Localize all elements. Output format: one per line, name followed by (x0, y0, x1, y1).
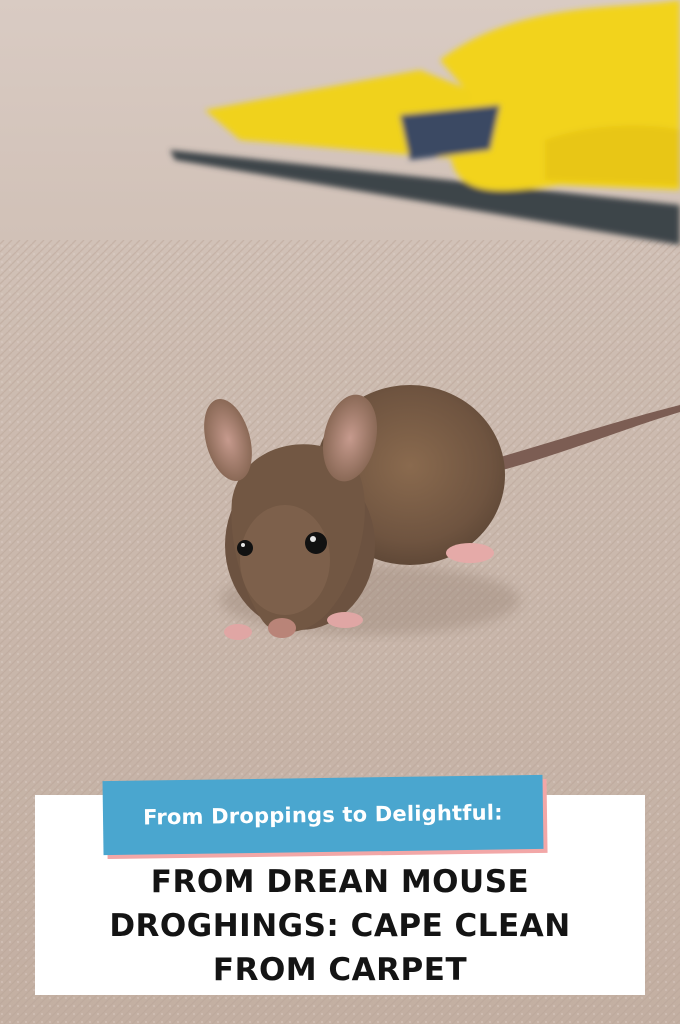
headline-line-1: FROM DREAN MOUSE (150, 864, 530, 900)
tag-ribbon: From Droppings to Delightful: (102, 774, 544, 856)
headline: FROM DREAN MOUSE DROGНINGS: CAPE CLEAN F… (35, 860, 645, 992)
headline-line-3: FROM CARPET (212, 952, 468, 988)
headline-line-2: DROGНINGS: CAPE CLEAN (109, 908, 571, 944)
tag-text: From Droppings to Delightful: (143, 800, 503, 830)
